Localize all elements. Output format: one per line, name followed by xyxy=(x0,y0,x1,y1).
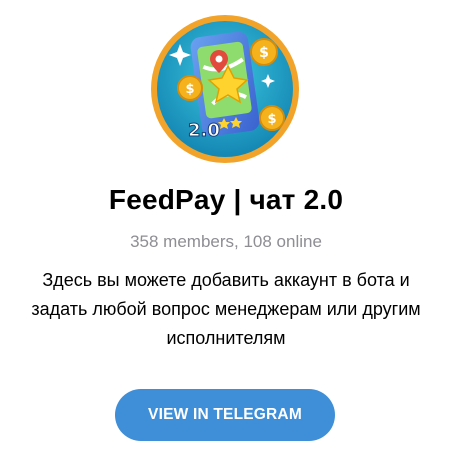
channel-preview-card: $ $ $ 2.0 FeedPay | чат 2.0 358 members,… xyxy=(0,0,452,458)
channel-description: Здесь вы можете добавить аккаунт в бота … xyxy=(31,270,421,348)
view-in-telegram-button[interactable]: VIEW IN TELEGRAM xyxy=(115,389,335,441)
channel-title: FeedPay | чат 2.0 xyxy=(108,184,344,215)
svg-text:$: $ xyxy=(259,45,269,61)
channel-avatar: $ $ $ 2.0 xyxy=(150,14,300,164)
svg-text:$: $ xyxy=(267,112,276,127)
avatar-badge-text: 2.0 xyxy=(188,120,220,141)
svg-text:$: $ xyxy=(185,82,194,97)
channel-stats: 358 members, 108 online xyxy=(130,232,322,251)
phone-map-coins-icon: $ $ $ 2.0 xyxy=(151,15,299,163)
